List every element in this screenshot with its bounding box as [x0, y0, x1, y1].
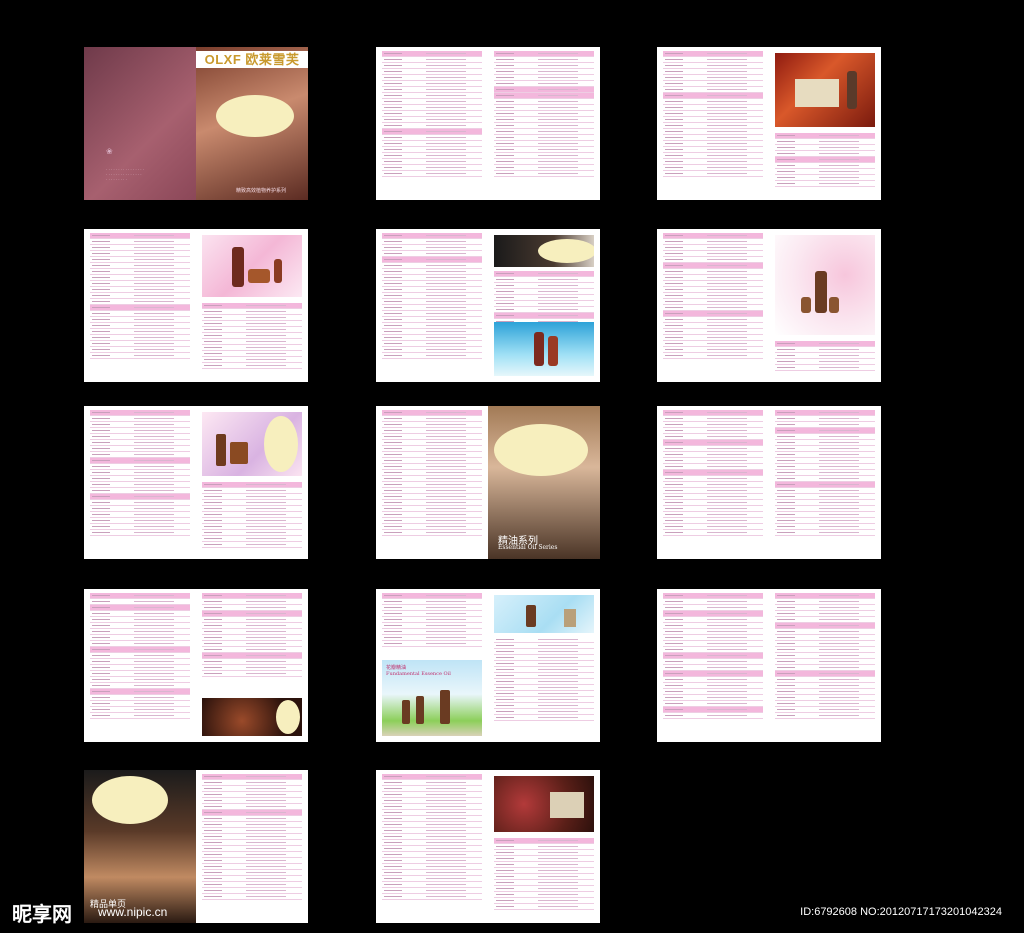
- blurred-face: [92, 776, 168, 824]
- blurred-face: [216, 95, 294, 137]
- image-id-text: ID:6792608 NO:20120717173201042324: [800, 906, 1002, 918]
- brand-logo: OLXF 欧莱雪芙: [196, 51, 308, 68]
- price-page-right: [488, 229, 600, 382]
- blue-product-photo: [494, 595, 594, 633]
- product-dark-photo: [202, 698, 302, 736]
- product-photo: [202, 235, 302, 297]
- price-list-spread-9: 花瓣精油 Fundamental Essence Oil: [376, 589, 600, 742]
- price-page-left: [84, 229, 196, 382]
- price-list-spread-10: [657, 589, 881, 742]
- flower-oil-title-cn: 花瓣精油: [386, 665, 407, 671]
- price-list-spread-4: [376, 229, 600, 382]
- price-page-left: [84, 589, 196, 742]
- price-list-spread-7: [657, 406, 881, 559]
- price-page-left: [376, 770, 488, 923]
- cover-spread: ❀ · · · · · · · · · · · · · · · · · · · ·…: [84, 47, 308, 200]
- cover-front-page: OLXF 欧莱雪芙 精致高效植物养护系列: [196, 47, 308, 200]
- cover-back-page: ❀ · · · · · · · · · · · · · · · · · · · ·…: [84, 47, 196, 200]
- price-page-right: [196, 770, 308, 923]
- blurred-face: [264, 416, 298, 472]
- cover-address-text: · · · · · · · · · · · · · · · · · · · · ·…: [106, 167, 144, 182]
- product-set-photo: [202, 412, 302, 476]
- price-page-left: [657, 47, 769, 200]
- blurred-face: [276, 700, 300, 734]
- price-page-right: [196, 406, 308, 559]
- price-list-spread-5: [657, 229, 881, 382]
- blurred-face: [494, 424, 588, 476]
- flower-oil-photo: 花瓣精油 Fundamental Essence Oil: [382, 660, 482, 736]
- price-page-left: [657, 229, 769, 382]
- watermark-site: 昵享网: [12, 902, 72, 926]
- price-list-spread-1: [376, 47, 600, 200]
- price-page-right: [196, 589, 308, 742]
- price-page-right: [488, 47, 600, 200]
- price-page-left: [84, 406, 196, 559]
- flower-oil-title-en: Fundamental Essence Oil: [386, 671, 451, 677]
- price-page-right: [196, 229, 308, 382]
- product-water-photo: [494, 322, 594, 376]
- price-page-right: [488, 589, 600, 742]
- blurred-face: [538, 239, 594, 263]
- price-list-spread-2: [657, 47, 881, 200]
- spa-photo: [494, 235, 594, 267]
- product-photo: [775, 53, 875, 127]
- cover-small-logo: ❀: [106, 147, 113, 156]
- price-list-spread-11: [376, 770, 600, 923]
- price-page-right: [769, 406, 881, 559]
- price-page-left: 花瓣精油 Fundamental Essence Oil: [376, 589, 488, 742]
- price-list-spread-8: [84, 589, 308, 742]
- price-page-left: [657, 589, 769, 742]
- price-list-spread-3: [84, 229, 308, 382]
- essential-oil-opener-page: 精油系列 Essential Oil Series: [488, 406, 600, 559]
- watermark-url: www.nipic.cn: [98, 905, 168, 919]
- price-page-left: [376, 406, 488, 559]
- price-page-right: [769, 229, 881, 382]
- price-page-left: [376, 47, 488, 200]
- price-list-spread-6: [84, 406, 308, 559]
- cover-tagline: 精致高效植物养护系列: [236, 188, 287, 194]
- price-page-left: [657, 406, 769, 559]
- essential-oil-spread: 精油系列 Essential Oil Series: [376, 406, 600, 559]
- oil-bottle-photo: [775, 235, 875, 335]
- rose-petal-photo: [494, 776, 594, 832]
- price-page-right: [488, 770, 600, 923]
- essential-oil-title-en: Essential Oil Series: [498, 544, 558, 551]
- price-page-right: [769, 47, 881, 200]
- price-page-left: [376, 229, 488, 382]
- price-page-right: [769, 589, 881, 742]
